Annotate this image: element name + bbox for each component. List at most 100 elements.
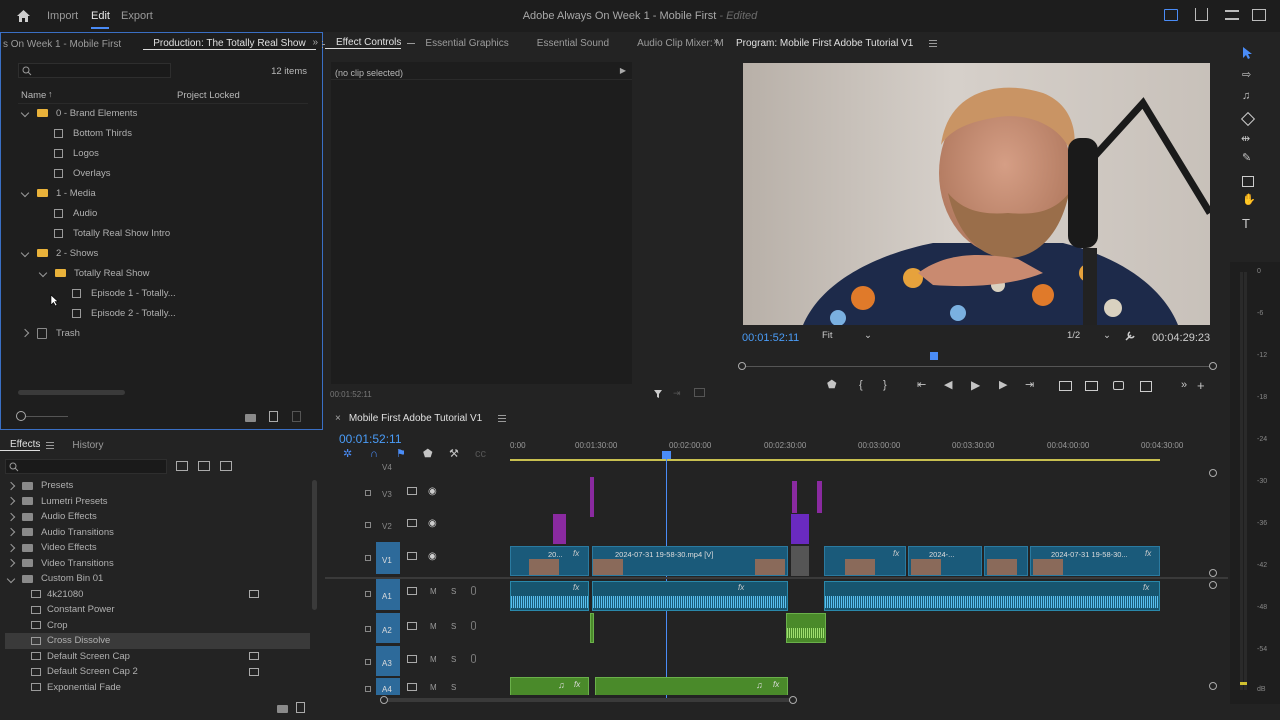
lock-icon[interactable] [365,686,371,692]
ripple-edit-icon[interactable]: ♫ [1242,91,1250,102]
sync-lock-icon[interactable] [407,655,417,663]
mute-button[interactable]: M [430,683,437,692]
list-item[interactable]: Trash [18,323,308,343]
list-item[interactable]: Overlays [18,163,308,183]
vertical-zoom-handle[interactable] [1209,569,1217,577]
list-item[interactable]: 1 - Media [18,183,308,203]
add-marker-icon[interactable]: ⬟ [423,449,433,460]
list-item[interactable]: Exponential Fade [5,680,310,696]
list-item[interactable]: Audio Effects [5,509,310,525]
settings-wrench-icon[interactable]: ⚒ [449,449,459,460]
list-item[interactable]: Logos [18,143,308,163]
sync-lock-icon[interactable] [407,622,417,630]
lock-icon[interactable] [365,591,371,597]
scrub-bar[interactable] [743,366,1211,367]
new-bin-icon[interactable] [277,705,288,713]
audio-clip[interactable]: ♫ fx [595,677,788,695]
list-item[interactable]: Custom Bin 01 [5,571,310,587]
lock-icon[interactable] [365,522,371,528]
playhead-head[interactable] [662,451,671,459]
sync-lock-icon[interactable] [407,587,417,595]
vertical-zoom-handle[interactable] [1209,469,1217,477]
32bit-effects-icon[interactable] [198,461,210,471]
new-bin-icon[interactable] [245,414,256,422]
audio-clip[interactable]: fx [824,581,1160,611]
list-item[interactable]: Constant Power [5,602,310,618]
lock-icon[interactable] [365,659,371,665]
resolution-select[interactable]: 1/2 ⌄ [1067,330,1113,343]
extract-icon[interactable] [1085,381,1098,391]
play-icon[interactable]: ▶ [971,379,980,391]
add-marker-icon[interactable]: ⬟ [827,380,837,391]
video-clip[interactable]: 2024-07-31 19-58-30... fx [1030,546,1160,576]
video-clip[interactable]: fx [824,546,906,576]
tab-production[interactable]: Production: The Totally Real Show [143,38,316,50]
add-button-icon[interactable]: + [1197,379,1205,392]
chevron-down-icon[interactable] [38,268,48,278]
trash-icon[interactable] [292,411,301,422]
program-title[interactable]: Program: Mobile First Adobe Tutorial V1 [727,38,923,49]
horizontal-scrollbar[interactable] [18,390,125,395]
eye-icon[interactable]: ◉ [428,486,437,497]
mute-button[interactable]: M [430,655,437,664]
panel-menu-icon[interactable] [498,414,507,422]
video-clip[interactable] [590,477,594,517]
filter-icon[interactable] [653,389,663,399]
camera-icon[interactable] [1113,381,1124,390]
video-clip[interactable] [553,514,566,544]
horizontal-scrollbar[interactable] [383,698,793,702]
list-item[interactable]: 4k21080 [5,587,310,603]
type-tool-icon[interactable]: T [1242,216,1250,231]
video-frame[interactable] [743,63,1210,325]
time-ruler[interactable]: 0:00 00:01:30:00 00:02:00:00 00:02:30:00… [510,437,1200,459]
eye-icon[interactable]: ◉ [428,518,437,529]
lock-icon[interactable] [365,490,371,496]
tab-effects[interactable]: Effects [0,439,41,451]
wrench-icon[interactable] [1124,330,1136,342]
list-item-selected[interactable]: Cross Dissolve [5,633,310,649]
sync-lock-icon[interactable] [407,487,417,495]
scroll-end-handle[interactable] [789,696,797,704]
accelerated-effects-icon[interactable] [176,461,188,471]
rectangle-tool-icon[interactable] [1242,176,1254,187]
trash-icon[interactable] [296,702,305,713]
video-clip[interactable] [984,546,1028,576]
vertical-zoom-handle[interactable] [1209,581,1217,589]
new-item-icon[interactable] [269,411,278,422]
list-item[interactable]: 0 - Brand Elements [18,103,308,123]
zoom-slider-track[interactable] [26,416,68,417]
share-icon[interactable] [1195,8,1208,21]
mark-in-icon[interactable]: { [859,380,863,391]
step-back-icon[interactable]: ◀ [944,380,952,391]
sync-lock-icon[interactable] [407,552,417,560]
solo-button[interactable]: S [451,683,456,692]
play-only-icon[interactable]: ▶ [620,66,626,75]
selection-tool-icon[interactable] [1242,46,1254,60]
list-item[interactable]: Totally Real Show [18,263,308,283]
scroll-start-handle[interactable] [380,696,388,704]
audio-clip[interactable] [590,613,594,643]
vertical-scrollbar[interactable] [312,480,317,610]
effects-search-input[interactable] [5,459,167,474]
lock-icon[interactable] [365,626,371,632]
lift-icon[interactable] [1059,381,1072,391]
video-clip[interactable]: 2024-... [908,546,982,576]
linked-selection-icon[interactable]: ⚑ [396,449,406,460]
vertical-zoom-handle[interactable] [1209,682,1217,690]
expand-icon[interactable]: » [312,37,318,48]
pen-tool-icon[interactable]: ✎ [1242,153,1251,164]
captions-icon[interactable]: cc [475,449,486,460]
video-clip[interactable] [791,546,809,576]
timeline-timecode[interactable]: 00:01:52:11 [339,432,402,446]
list-item[interactable]: 2 - Shows [18,243,308,263]
list-item[interactable]: Default Screen Cap 2 [5,664,310,680]
scrub-end-handle[interactable] [1209,362,1217,370]
eye-icon[interactable]: ◉ [428,551,437,562]
solo-button[interactable]: S [451,587,456,596]
mic-icon[interactable] [471,621,476,630]
chevron-down-icon[interactable] [20,248,30,258]
mark-out-icon[interactable]: } [883,380,887,391]
list-item[interactable]: Audio Transitions [5,525,310,541]
yuv-effects-icon[interactable] [220,461,232,471]
list-item[interactable]: Presets [5,478,310,494]
